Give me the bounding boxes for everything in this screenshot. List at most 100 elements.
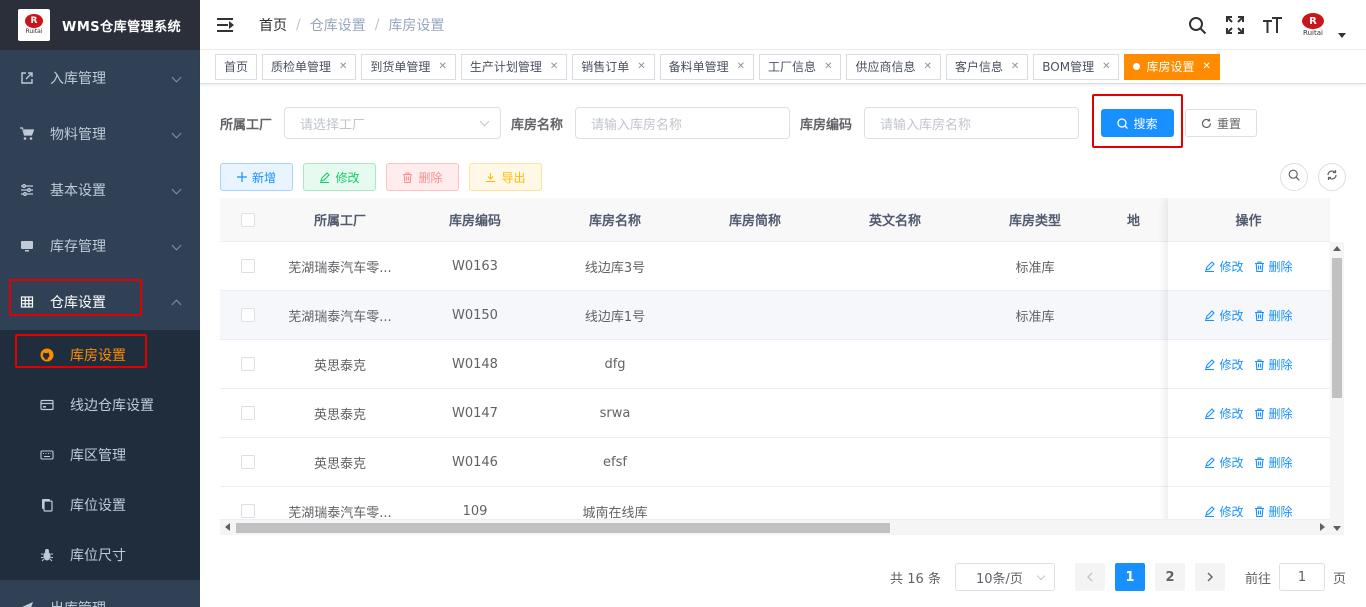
- tag-supplier-info[interactable]: 供应商信息 ✕: [846, 53, 941, 80]
- row-checkbox[interactable]: [240, 406, 255, 420]
- close-icon[interactable]: ✕: [339, 61, 347, 72]
- close-icon[interactable]: ✕: [923, 61, 931, 72]
- column-header[interactable]: 库房编码: [405, 198, 545, 241]
- row-checkbox[interactable]: [240, 308, 255, 322]
- sidebar-item-location-size[interactable]: 库位尺寸: [0, 530, 200, 580]
- edit-button[interactable]: 修改: [303, 163, 376, 191]
- code-input[interactable]: 请输入库房名称: [864, 107, 1080, 139]
- sidebar-item-inbound[interactable]: 入库管理: [0, 50, 200, 106]
- tag-qc[interactable]: 质检单管理 ✕: [262, 53, 357, 80]
- export-button[interactable]: 导出: [469, 163, 542, 191]
- page-number-button[interactable]: 2: [1154, 563, 1185, 591]
- column-header[interactable]: 所属工厂: [275, 198, 405, 241]
- table-row[interactable]: 英思泰克 W0147 srwa: [220, 389, 1330, 438]
- sidebar-item-inventory[interactable]: 库存管理: [0, 218, 200, 274]
- scroll-down-icon[interactable]: [1333, 526, 1341, 531]
- scroll-left-icon[interactable]: [225, 523, 230, 531]
- row-delete-link[interactable]: 删除: [1254, 405, 1293, 422]
- row-edit-link[interactable]: 修改: [1204, 258, 1244, 275]
- search-button[interactable]: 搜索: [1101, 109, 1174, 137]
- sidebar-item-material[interactable]: 物料管理: [0, 106, 200, 162]
- close-icon[interactable]: ✕: [737, 61, 745, 72]
- table-row[interactable]: 英思泰克 W0146 efsf: [220, 438, 1330, 487]
- row-edit-link[interactable]: 修改: [1204, 405, 1244, 422]
- trash-icon: [1254, 505, 1265, 517]
- close-icon[interactable]: ✕: [550, 61, 558, 72]
- next-page-button[interactable]: [1194, 563, 1225, 591]
- close-icon[interactable]: ✕: [637, 61, 645, 72]
- row-checkbox[interactable]: [240, 504, 255, 518]
- close-icon[interactable]: ✕: [438, 61, 446, 72]
- row-edit-link[interactable]: 修改: [1204, 307, 1244, 324]
- table-row[interactable]: 英思泰克 W0148 dfg: [220, 340, 1330, 389]
- close-icon[interactable]: ✕: [824, 61, 832, 72]
- name-input[interactable]: 请输入库房名称: [575, 107, 791, 139]
- sidebar-item-lineside-warehouse[interactable]: 线边仓库设置: [0, 380, 200, 430]
- tag-storehouse-settings[interactable]: 库房设置 ✕: [1124, 53, 1220, 80]
- tag-customer-info[interactable]: 客户信息 ✕: [945, 53, 1029, 80]
- goto-page-input[interactable]: 1: [1278, 563, 1325, 591]
- sidebar-item-location-settings[interactable]: 库位设置: [0, 480, 200, 530]
- column-header[interactable]: 库房简称: [685, 198, 825, 241]
- close-icon[interactable]: ✕: [1102, 61, 1110, 72]
- row-delete-link[interactable]: 删除: [1254, 454, 1293, 471]
- close-icon[interactable]: ✕: [1203, 61, 1211, 72]
- column-header[interactable]: 库房类型: [965, 198, 1105, 241]
- sidebar-item-zone-management[interactable]: 库区管理: [0, 430, 200, 480]
- table-row[interactable]: 芜湖瑞泰汽车零... W0150 线边库1号 标准库: [220, 291, 1330, 340]
- active-dot-icon: [1133, 63, 1141, 70]
- prev-page-button[interactable]: [1074, 563, 1105, 591]
- row-delete-link[interactable]: 删除: [1254, 356, 1293, 373]
- toggle-search-button[interactable]: [1280, 163, 1308, 191]
- tag-production-plan[interactable]: 生产计划管理 ✕: [460, 53, 568, 80]
- column-header[interactable]: 地: [1105, 198, 1160, 241]
- column-header[interactable]: 英文名称: [825, 198, 965, 241]
- hamburger-icon[interactable]: [217, 17, 235, 32]
- add-button[interactable]: 新增: [220, 163, 293, 191]
- row-delete-link[interactable]: 删除: [1254, 258, 1293, 275]
- row-checkbox[interactable]: [240, 357, 255, 371]
- close-icon[interactable]: ✕: [1011, 61, 1019, 72]
- tag-home[interactable]: 首页: [215, 53, 258, 80]
- delete-button[interactable]: 删除: [386, 163, 459, 191]
- sidebar-item-outbound[interactable]: 出库管理: [0, 580, 200, 607]
- sidebar-item-storehouse-settings[interactable]: 库房设置: [0, 330, 200, 380]
- row-edit-link[interactable]: 修改: [1204, 356, 1244, 373]
- tag-material-prep[interactable]: 备料单管理 ✕: [659, 53, 755, 80]
- cell-en: [825, 389, 965, 437]
- scroll-right-icon[interactable]: [1320, 523, 1325, 531]
- tag-factory-info[interactable]: 工厂信息 ✕: [759, 53, 842, 80]
- row-edit-link[interactable]: 修改: [1204, 454, 1244, 471]
- scrollbar-thumb[interactable]: [236, 523, 890, 533]
- row-edit-link[interactable]: 修改: [1204, 503, 1244, 520]
- horizontal-scrollbar[interactable]: [220, 519, 1330, 535]
- tag-bom[interactable]: BOM管理 ✕: [1033, 53, 1120, 80]
- factory-select[interactable]: 请选择工厂: [284, 107, 502, 139]
- column-header[interactable]: 库房名称: [545, 198, 685, 241]
- tag-arrival[interactable]: 到货单管理 ✕: [361, 53, 456, 80]
- search-icon[interactable]: [1186, 14, 1208, 36]
- row-checkbox[interactable]: [240, 259, 255, 273]
- avatar[interactable]: R Ruitai: [1298, 10, 1328, 40]
- breadcrumb-item[interactable]: 首页: [259, 15, 287, 35]
- select-all-checkbox[interactable]: [240, 212, 255, 227]
- tag-sales-order[interactable]: 销售订单 ✕: [572, 53, 655, 80]
- scroll-up-icon[interactable]: [1333, 246, 1341, 251]
- vertical-scrollbar[interactable]: [1330, 242, 1344, 535]
- row-checkbox[interactable]: [240, 455, 255, 469]
- scrollbar-thumb[interactable]: [1332, 258, 1342, 398]
- caret-down-icon[interactable]: [1338, 32, 1346, 38]
- row-delete-link[interactable]: 删除: [1254, 503, 1293, 520]
- fullscreen-icon[interactable]: [1224, 14, 1246, 36]
- table-row[interactable]: 芜湖瑞泰汽车零... W0163 线边库3号 标准库: [220, 242, 1330, 291]
- sidebar-item-basic-settings[interactable]: 基本设置: [0, 162, 200, 218]
- page-size-select[interactable]: 10条/页: [954, 563, 1055, 591]
- sidebar-item-warehouse-settings[interactable]: 仓库设置: [0, 274, 200, 330]
- font-size-icon[interactable]: [1262, 14, 1284, 36]
- reset-button[interactable]: 重置: [1185, 109, 1257, 137]
- page-number-button[interactable]: 1: [1114, 563, 1145, 591]
- row-delete-link[interactable]: 删除: [1254, 307, 1293, 324]
- logo-area[interactable]: R Ruitai WMS仓库管理系统: [0, 0, 200, 50]
- edit-icon: [319, 171, 331, 183]
- refresh-table-button[interactable]: [1318, 163, 1346, 191]
